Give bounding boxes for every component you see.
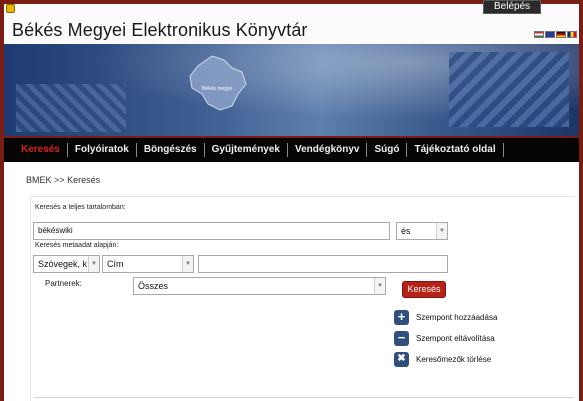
clear-fields-label: Keresőmezők törlése: [416, 355, 492, 364]
add-criterion-button[interactable]: + Szempont hozzáadása: [394, 310, 497, 325]
remove-criterion-button[interactable]: − Szempont eltávolítása: [394, 331, 495, 346]
minus-icon: −: [394, 331, 409, 346]
nav-item-journals[interactable]: Folyóiratok: [68, 138, 136, 162]
metadata-field-select-value: Cím: [107, 259, 124, 269]
map-label: Békés megye: [202, 86, 233, 92]
nav-item-guestbook[interactable]: Vendégkönyv: [288, 138, 366, 162]
partners-select-value: Összes: [138, 281, 169, 291]
main-navigation: Keresés Folyóiratok Böngészés Gyűjtemény…: [4, 138, 579, 162]
plus-icon: +: [394, 310, 409, 325]
chevron-down-icon: ▼: [182, 256, 193, 272]
nav-item-help[interactable]: Súgó: [367, 138, 406, 162]
language-flags: [534, 31, 577, 38]
document-type-select[interactable]: Szövegek, k ▼: [33, 255, 100, 273]
nav-item-info-page[interactable]: Tájékoztató oldal: [407, 138, 502, 162]
fulltext-search-label: Keresés a teljes tartalomban:: [35, 204, 126, 211]
document-type-select-value: Szövegek, k: [38, 259, 88, 269]
romanian-flag-icon[interactable]: [567, 31, 577, 38]
chevron-down-icon: ▼: [374, 278, 385, 294]
hungarian-flag-icon[interactable]: [534, 31, 544, 38]
operator-select[interactable]: és ▼: [396, 222, 448, 240]
site-favicon-icon: [6, 4, 15, 13]
clear-fields-button[interactable]: ✖ Keresőmezők törlése: [394, 352, 491, 367]
fulltext-search-input[interactable]: békéswiki: [33, 222, 390, 240]
operator-select-value: és: [401, 226, 411, 236]
bekes-county-map-icon: [189, 55, 247, 111]
content-divider: [34, 397, 574, 398]
nav-divider: [502, 143, 504, 157]
banner-keyboard-image: [449, 52, 569, 127]
metadata-search-label: Keresés metaadat alapján:: [35, 242, 119, 249]
site-title: Békés Megyei Elektronikus Könyvtár: [12, 20, 308, 40]
nav-item-browse[interactable]: Böngészés: [137, 138, 204, 162]
breadcrumb-separator: >>: [54, 175, 65, 185]
metadata-field-select[interactable]: Cím ▼: [102, 255, 194, 273]
close-icon: ✖: [394, 352, 409, 367]
metadata-search-input[interactable]: [198, 255, 448, 273]
partners-select[interactable]: Összes ▼: [133, 277, 386, 295]
header-banner: Békés megye: [4, 44, 579, 136]
main-content: BMEK >> Keresés Keresés a teljes tartalo…: [4, 162, 579, 401]
nav-item-collections[interactable]: Gyűjtemények: [205, 138, 287, 162]
breadcrumb-current: Keresés: [67, 175, 101, 185]
add-criterion-label: Szempont hozzáadása: [416, 313, 498, 322]
breadcrumb: BMEK >> Keresés: [26, 175, 100, 185]
chevron-down-icon: ▼: [436, 223, 447, 239]
login-button[interactable]: Belépés: [483, 0, 542, 14]
remove-criterion-label: Szempont eltávolítása: [416, 334, 495, 343]
english-flag-icon[interactable]: [545, 31, 555, 38]
search-panel: Keresés a teljes tartalomban: békéswiki …: [30, 196, 575, 401]
search-button[interactable]: Keresés: [402, 281, 446, 298]
german-flag-icon[interactable]: [556, 31, 566, 38]
chevron-down-icon: ▼: [88, 256, 99, 272]
nav-item-search[interactable]: Keresés: [14, 138, 67, 162]
partners-label: Partnerek:: [45, 279, 82, 288]
breadcrumb-home-link[interactable]: BMEK: [26, 175, 52, 185]
banner-keyboard-image: [16, 84, 126, 132]
